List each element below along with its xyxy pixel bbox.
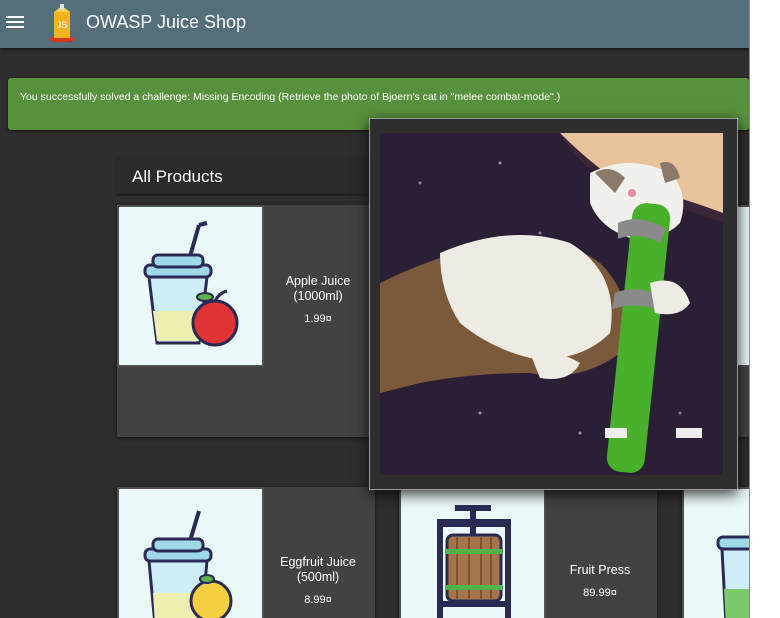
product-card-eggfruit-juice[interactable]: Eggfruit Juice (500ml) 8.99¤ xyxy=(117,487,375,618)
product-image[interactable] xyxy=(399,487,546,618)
menu-icon[interactable] xyxy=(6,13,24,33)
app-window: JS OWASP Juice Shop You successfully sol… xyxy=(0,0,750,618)
fruit-press-icon xyxy=(437,505,511,618)
top-toolbar: JS OWASP Juice Shop xyxy=(0,0,749,48)
product-card-fruit-press[interactable]: Fruit Press 89.99¤ xyxy=(399,487,657,618)
product-name: Apple Juice (1000ml) xyxy=(285,274,351,303)
svg-text:JS: JS xyxy=(57,20,68,30)
product-price: 1.99¤ xyxy=(304,313,332,325)
juice-shop-logo-icon[interactable]: JS xyxy=(44,4,80,44)
section-title: All Products xyxy=(132,167,223,186)
product-card-partial-bottom-right[interactable] xyxy=(682,487,749,618)
apple-juice-icon xyxy=(143,221,239,347)
notification-text: You successfully solved a challenge: Mis… xyxy=(20,91,561,103)
section-header: All Products xyxy=(117,158,377,194)
product-image[interactable] xyxy=(117,487,264,618)
product-image[interactable] xyxy=(682,487,749,618)
product-image[interactable] xyxy=(117,205,264,367)
eggfruit-juice-icon xyxy=(143,510,233,618)
image-popup[interactable] xyxy=(369,118,738,490)
cat-photo[interactable] xyxy=(380,133,723,475)
product-price: 89.99¤ xyxy=(583,587,617,599)
product-card-apple-juice[interactable]: Apple Juice (1000ml) 1.99¤ xyxy=(117,205,375,437)
juice-icon xyxy=(716,535,749,618)
product-name: Eggfruit Juice (500ml) xyxy=(280,555,356,584)
app-title[interactable]: OWASP Juice Shop xyxy=(86,12,246,33)
product-price: 8.99¤ xyxy=(304,594,332,606)
product-name: Fruit Press xyxy=(569,563,631,577)
